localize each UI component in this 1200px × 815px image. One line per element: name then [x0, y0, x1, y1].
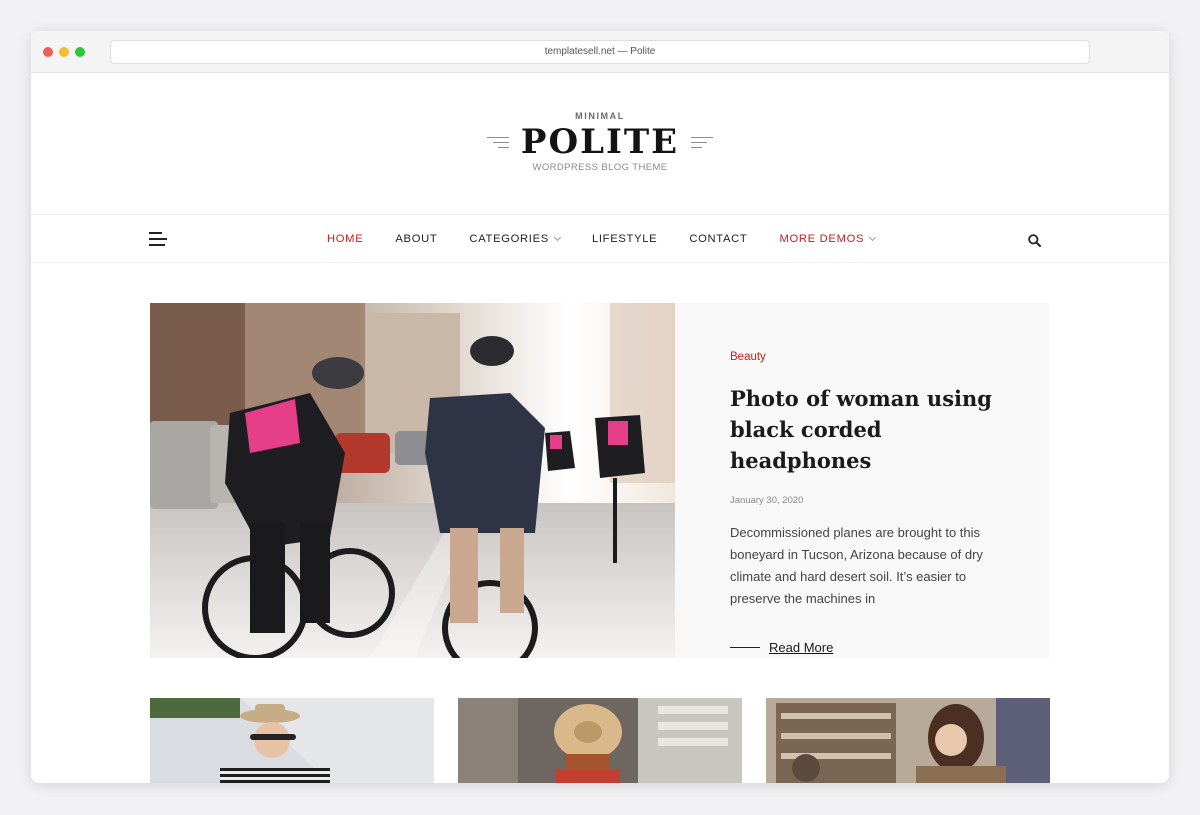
close-window-button[interactable]	[43, 47, 53, 57]
nav-item-home[interactable]: HOME	[327, 233, 363, 245]
post-card-image[interactable]	[150, 698, 434, 783]
nav-item-categories[interactable]: CATEGORIES	[469, 233, 561, 245]
featured-post: Beauty Photo of woman using black corded…	[150, 303, 1049, 658]
logo-speed-lines-right	[691, 136, 714, 148]
browser-window: templatesell.net — Polite MINIMAL POLITE…	[31, 31, 1169, 783]
hamburger-menu-icon[interactable]	[149, 231, 169, 247]
nav-item-contact[interactable]: CONTACT	[689, 233, 747, 245]
logo-wordmark: POLITE	[520, 122, 680, 162]
site-header: MINIMAL POLITE WORDPRESS BLOG THEME	[31, 73, 1169, 215]
maximize-window-button[interactable]	[75, 47, 85, 57]
search-icon[interactable]	[1028, 234, 1041, 247]
address-bar[interactable]: templatesell.net — Polite	[110, 40, 1090, 64]
read-more-link[interactable]: Read More	[769, 640, 833, 655]
chevron-down-icon	[869, 233, 877, 242]
post-card-image[interactable]	[458, 698, 742, 783]
minimize-window-button[interactable]	[59, 47, 69, 57]
logo-speed-lines-left	[486, 136, 509, 148]
logo-overline: MINIMAL	[575, 111, 625, 121]
main-navigation: HOME ABOUT CATEGORIES LIFESTYLE CONTACT …	[31, 215, 1169, 263]
nav-menu: HOME ABOUT CATEGORIES LIFESTYLE CONTACT …	[327, 215, 877, 263]
featured-post-image[interactable]	[150, 303, 675, 658]
post-category-link[interactable]: Beauty	[730, 351, 1010, 363]
post-card-image[interactable]	[766, 698, 1050, 783]
logo-tagline: WORDPRESS BLOG THEME	[532, 162, 668, 173]
site-logo[interactable]: MINIMAL POLITE WORDPRESS BLOG THEME	[31, 111, 1169, 173]
post-title[interactable]: Photo of woman using black corded headph…	[730, 383, 1010, 476]
read-more: Read More	[730, 640, 1010, 655]
chevron-down-icon	[553, 233, 561, 242]
nav-item-about[interactable]: ABOUT	[395, 233, 437, 245]
featured-post-content: Beauty Photo of woman using black corded…	[730, 351, 1010, 655]
read-more-divider	[730, 647, 760, 648]
post-excerpt: Decommissioned planes are brought to thi…	[730, 525, 983, 606]
nav-item-lifestyle[interactable]: LIFESTYLE	[592, 233, 657, 245]
post-date: January 30, 2020	[730, 495, 804, 506]
browser-titlebar: templatesell.net — Polite	[31, 31, 1169, 73]
nav-item-more-demos[interactable]: MORE DEMOS	[779, 233, 877, 245]
